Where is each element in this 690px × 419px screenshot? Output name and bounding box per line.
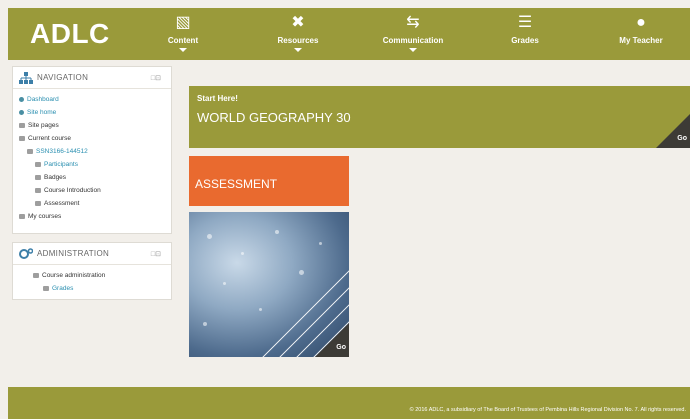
nav-tree-course-introduction[interactable]: Course Introduction	[19, 184, 171, 197]
go-corner-shape	[315, 323, 349, 357]
course-banner-tile[interactable]: Start Here! WORLD GEOGRAPHY 30 Go	[189, 86, 690, 148]
grades-icon	[43, 285, 49, 291]
nav-tree-assessment[interactable]: Assessment	[19, 197, 171, 210]
block-controls[interactable]: □⊡	[151, 250, 161, 258]
nav-resources[interactable]: ✖ Resources	[253, 12, 343, 52]
admin-tree-grades[interactable]: Grades	[33, 282, 171, 295]
go-corner-shape	[656, 114, 690, 148]
assessment-tile[interactable]: ASSESSMENT	[189, 156, 349, 206]
rain-photo-tile[interactable]: Go	[189, 212, 349, 357]
home-icon	[19, 96, 24, 102]
nav-tree-badges[interactable]: Badges	[19, 171, 171, 184]
chevron-down-icon	[179, 48, 187, 52]
nav-tree-site-pages[interactable]: Site pages	[19, 119, 171, 132]
nav-content[interactable]: ▧ Content	[138, 12, 228, 52]
folder-icon	[19, 122, 25, 128]
block-title: NAVIGATION	[37, 73, 89, 82]
photo-bokeh	[299, 270, 304, 275]
nav-my-teacher-label: My Teacher	[619, 36, 663, 45]
photo-go-button[interactable]: Go	[336, 344, 346, 351]
course-title: WORLD GEOGRAPHY 30	[197, 110, 351, 125]
folder-icon	[35, 187, 41, 193]
footer: © 2016 ADLC, a subsidiary of The Board o…	[8, 387, 690, 419]
banner-go-button[interactable]: Go	[677, 135, 687, 142]
nav-grades-label: Grades	[511, 36, 539, 45]
footer-copyright: © 2016 ADLC, a subsidiary of The Board o…	[409, 407, 686, 413]
nav-tree-course-code[interactable]: SSN3166-144512	[19, 145, 171, 158]
nav-tree-current-course[interactable]: Current course	[19, 132, 171, 145]
nav-tree-my-courses[interactable]: My courses	[19, 210, 171, 223]
admin-tree-course-administration[interactable]: Course administration	[33, 269, 171, 282]
nav-communication[interactable]: ⇆ Communication	[368, 12, 458, 52]
nav-my-teacher[interactable]: ● My Teacher	[596, 12, 686, 45]
arrows-icon: ⇆	[406, 14, 420, 31]
administration-tree: Course administration Grades	[13, 265, 171, 295]
home-icon	[19, 109, 24, 115]
gears-icon	[19, 248, 33, 259]
photo-bokeh	[319, 242, 322, 245]
assessment-title: ASSESSMENT	[195, 177, 278, 191]
nav-tree-participants[interactable]: Participants	[19, 158, 171, 171]
nav-resources-label: Resources	[277, 36, 319, 45]
photo-bokeh	[223, 282, 226, 285]
tools-icon: ✖	[291, 14, 305, 31]
photo-bokeh	[203, 322, 207, 326]
sitemap-icon	[19, 72, 33, 84]
apple-icon: ●	[636, 14, 646, 31]
folder-icon	[35, 174, 41, 180]
photo-bokeh	[259, 308, 262, 311]
nav-communication-label: Communication	[382, 36, 444, 45]
folder-icon	[35, 161, 41, 167]
navigation-tree: Dashboard Site home Site pages Current c…	[13, 89, 171, 223]
administration-block-header: ADMINISTRATION □⊡	[13, 243, 171, 265]
nav-content-label: Content	[167, 36, 199, 45]
nav-tree-dashboard[interactable]: Dashboard	[19, 93, 171, 106]
chevron-down-icon	[409, 48, 417, 52]
navigation-block-header: NAVIGATION □⊡	[13, 67, 171, 89]
navigation-block: NAVIGATION □⊡ Dashboard Site home Site p…	[12, 66, 172, 234]
photo-bokeh	[275, 230, 279, 234]
folder-icon	[27, 148, 33, 154]
banner-subtitle: Start Here!	[197, 94, 238, 103]
top-navigation-bar: ADLC ▧ Content ✖ Resources ⇆ Communicati…	[8, 8, 690, 60]
folder-icon	[33, 272, 39, 278]
nav-grades[interactable]: ☰ Grades	[480, 12, 570, 45]
photo-bokeh	[241, 252, 244, 255]
folder-icon	[19, 135, 25, 141]
block-title: ADMINISTRATION	[37, 249, 110, 258]
list-icon: ☰	[517, 14, 533, 31]
folder-icon	[19, 213, 25, 219]
chevron-down-icon	[294, 48, 302, 52]
administration-block: ADMINISTRATION □⊡ Course administration …	[12, 242, 172, 300]
nav-tree-site-home[interactable]: Site home	[19, 106, 171, 119]
photo-bokeh	[207, 234, 212, 239]
book-icon: ▧	[175, 14, 191, 31]
folder-icon	[35, 200, 41, 206]
site-logo[interactable]: ADLC	[30, 18, 110, 50]
block-controls[interactable]: □⊡	[151, 74, 161, 82]
